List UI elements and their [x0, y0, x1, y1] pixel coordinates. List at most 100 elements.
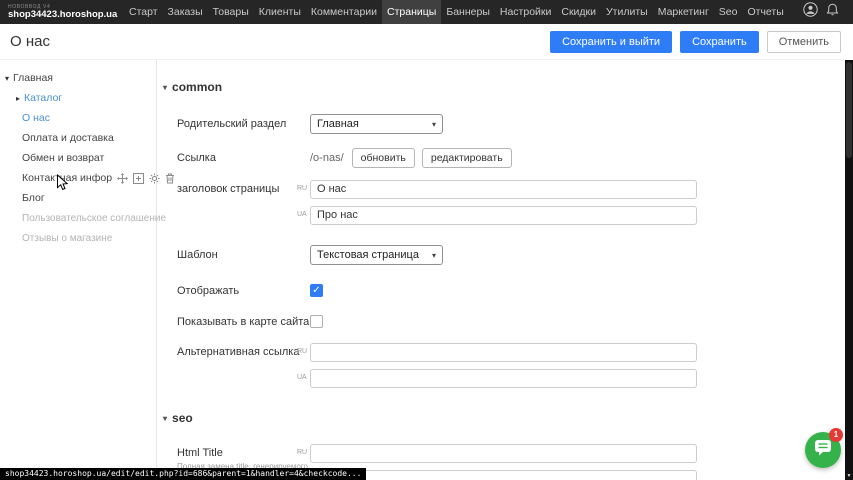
sidebar-item-home[interactable]: ▾ Главная	[0, 68, 156, 88]
sidebar-item-about[interactable]: О нас	[0, 108, 156, 128]
form-row-sitemap: Показывать в карте сайта	[177, 315, 323, 328]
sidebar-item-user-agreement[interactable]: Пользовательское соглашение	[0, 208, 156, 228]
chat-icon	[814, 439, 832, 461]
tree-label: Оплата и доставка	[22, 132, 114, 144]
notifications-bell-icon[interactable]	[826, 3, 839, 22]
chevron-down-icon[interactable]: ▾	[163, 83, 167, 92]
cancel-button[interactable]: Отменить	[767, 31, 841, 53]
nav-products[interactable]: Товары	[208, 0, 254, 24]
field-label: Показывать в карте сайта	[177, 316, 310, 328]
chevron-down-icon[interactable]: ▾	[163, 414, 167, 423]
field-label: Ссылка	[177, 152, 310, 164]
html-title-ua-input[interactable]	[310, 470, 697, 480]
pages-tree-sidebar: ▾ Главная ▸ Каталог О нас Оплата и доста…	[0, 60, 157, 480]
nav-comments[interactable]: Комментарии	[306, 0, 382, 24]
tree-label: Контактная инфор	[22, 172, 112, 184]
top-navigation: Старт Заказы Товары Клиенты Комментарии …	[124, 0, 789, 24]
field-label: Отображать	[177, 285, 310, 297]
lang-tag-ua: UA	[297, 211, 307, 218]
nav-settings[interactable]: Настройки	[495, 0, 557, 24]
nav-clients[interactable]: Клиенты	[254, 0, 306, 24]
tree-item-tools	[117, 173, 175, 184]
lang-tag-ru: RU	[297, 449, 307, 456]
topbar-icons	[803, 2, 853, 22]
section-title: common	[172, 80, 222, 94]
nav-start[interactable]: Старт	[124, 0, 163, 24]
form-row-alt-link-ua: UA	[177, 368, 697, 388]
sitemap-checkbox[interactable]	[310, 315, 323, 328]
tree-label: Отзывы о магазине	[22, 233, 112, 244]
nav-orders[interactable]: Заказы	[163, 0, 208, 24]
nav-seo[interactable]: Seo	[714, 0, 743, 24]
support-chat-button[interactable]: 1	[805, 432, 841, 468]
form-row-display: Отображать ✓	[177, 284, 323, 297]
sidebar-item-catalog[interactable]: ▸ Каталог	[0, 88, 156, 108]
tree-label: О нас	[22, 112, 50, 124]
page-title-ru-input[interactable]	[310, 180, 697, 199]
chevron-down-icon: ▾	[432, 251, 436, 260]
link-preview-statusbar: shop34423.horoshop.ua/edit/edit.php?id=6…	[0, 468, 366, 480]
alt-link-ua-input[interactable]	[310, 369, 697, 388]
alt-link-ru-input[interactable]	[310, 343, 697, 362]
logo-domain: shop34423.horoshop.ua	[8, 10, 124, 20]
edit-link-button[interactable]: редактировать	[422, 148, 512, 168]
nav-pages[interactable]: Страницы	[382, 0, 441, 24]
page-edit-form: ▾ common Родительский раздел Главная ▾ С…	[157, 60, 845, 480]
form-row-page-title-ru: заголовок страницы RU	[177, 179, 697, 199]
page-header: О нас Сохранить и выйти Сохранить Отмени…	[0, 24, 845, 60]
html-title-ru-input[interactable]	[310, 444, 697, 463]
sidebar-item-contact-info[interactable]: Контактная инфор	[0, 168, 156, 188]
parent-section-select[interactable]: Главная ▾	[310, 114, 443, 134]
topbar: НОВОВВОД V4 shop34423.horoshop.ua Старт …	[0, 0, 853, 24]
gear-icon[interactable]	[149, 173, 160, 184]
sidebar-item-store-reviews[interactable]: Отзывы о магазине	[0, 228, 156, 248]
select-value: Текстовая страница	[317, 249, 419, 261]
section-title: seo	[172, 411, 193, 425]
sidebar-item-exchange-return[interactable]: Обмен и возврат	[0, 148, 156, 168]
page-title-ua-input[interactable]	[310, 206, 697, 225]
field-label: Шаблон	[177, 249, 310, 261]
form-row-alt-link-ru: Альтернативная ссылка RU	[177, 342, 697, 362]
save-button[interactable]: Сохранить	[680, 31, 759, 53]
nav-marketing[interactable]: Маркетинг	[653, 0, 714, 24]
save-and-exit-button[interactable]: Сохранить и выйти	[550, 31, 672, 53]
field-label: заголовок страницы	[177, 183, 310, 195]
template-select[interactable]: Текстовая страница ▾	[310, 245, 443, 265]
logo[interactable]: НОВОВВОД V4 shop34423.horoshop.ua	[0, 4, 124, 20]
chevron-right-icon[interactable]: ▸	[16, 94, 20, 103]
field-label: Альтернативная ссылка	[177, 346, 310, 358]
nav-reports[interactable]: Отчеты	[742, 0, 788, 24]
nav-discounts[interactable]: Скидки	[556, 0, 601, 24]
tree-label: Пользовательское соглашение	[22, 213, 166, 224]
lang-tag-ru: RU	[297, 185, 307, 192]
tree-label: Блог	[22, 192, 45, 204]
section-seo: ▾ seo	[163, 411, 193, 425]
tree-label: Главная	[13, 72, 53, 84]
section-common: ▾ common	[163, 80, 222, 94]
account-icon[interactable]	[803, 2, 818, 22]
scroll-down-arrow-icon[interactable]: ▼	[845, 473, 853, 479]
select-value: Главная	[317, 118, 359, 130]
nav-utilities[interactable]: Утилиты	[601, 0, 653, 24]
vertical-scrollbar[interactable]: ▼	[845, 60, 853, 480]
tree-label: Каталог	[24, 92, 62, 104]
sidebar-item-blog[interactable]: Блог	[0, 188, 156, 208]
chevron-down-icon[interactable]: ▾	[5, 74, 9, 83]
form-row-template: Шаблон Текстовая страница ▾	[177, 245, 443, 265]
nav-banners[interactable]: Баннеры	[441, 0, 495, 24]
update-link-button[interactable]: обновить	[352, 148, 415, 168]
field-label: Родительский раздел	[177, 118, 310, 130]
display-checkbox[interactable]: ✓	[310, 284, 323, 297]
add-page-icon[interactable]	[133, 173, 144, 184]
html-title-label: Html Title	[177, 447, 310, 459]
link-value: /o-nas/	[310, 152, 344, 164]
move-icon[interactable]	[117, 173, 128, 184]
scrollbar-thumb[interactable]	[846, 62, 852, 158]
chevron-down-icon: ▾	[432, 120, 436, 129]
form-row-link: Ссылка /o-nas/ обновить редактировать	[177, 148, 519, 168]
lang-tag-ua: UA	[297, 374, 307, 381]
sidebar-item-payment-delivery[interactable]: Оплата и доставка	[0, 128, 156, 148]
trash-icon[interactable]	[165, 173, 175, 184]
form-row-parent-section: Родительский раздел Главная ▾	[177, 114, 443, 134]
header-actions: Сохранить и выйти Сохранить Отменить	[550, 31, 841, 53]
